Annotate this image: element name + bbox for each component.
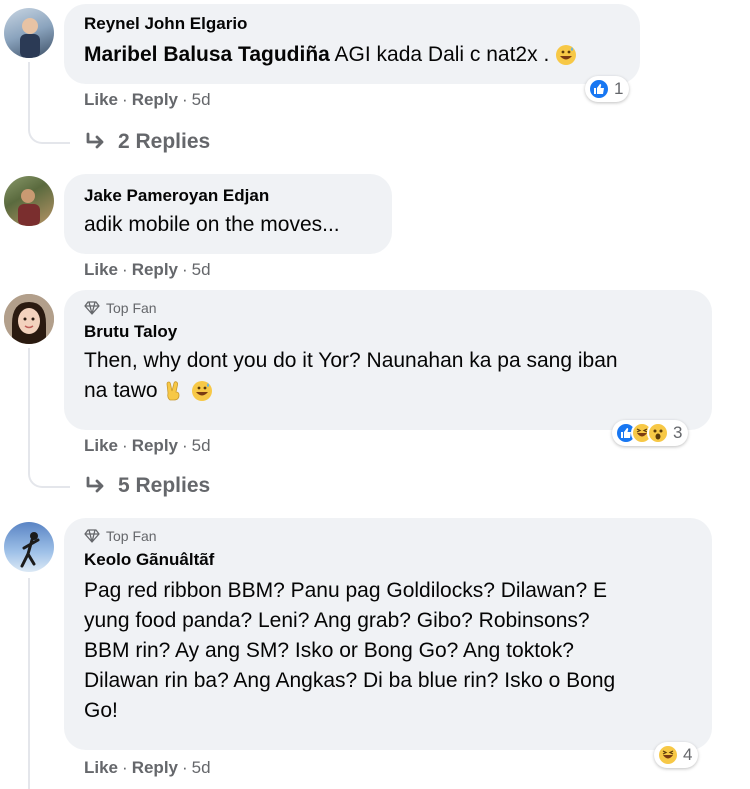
comment-text: Pag red ribbon BBM? Panu pag Goldilocks?… [84, 576, 692, 726]
comment-bubble: Top Fan Keolo Gãnuâltãf Pag red ribbon B… [64, 518, 712, 750]
comment-bubble: Reynel John Elgario Maribel Balusa Tagud… [64, 4, 640, 84]
comment-text-line: na tawo [84, 376, 692, 406]
comment-text: Then, why dont you do it Yor? Naunahan k… [84, 346, 692, 406]
separator: · [182, 758, 188, 777]
comment-author[interactable]: Reynel John Elgario [84, 14, 620, 34]
comment-text-line: yung food panda? Leni? Ang grab? Gibo? R… [84, 609, 590, 632]
grinning-sweat-emoji-icon [556, 45, 577, 66]
mention-link[interactable]: Maribel Balusa Tagudiña [84, 43, 330, 66]
separator: · [122, 260, 128, 279]
avatar[interactable] [4, 8, 54, 58]
diamond-icon [84, 529, 100, 543]
separator: · [182, 260, 188, 279]
grinning-sweat-emoji-icon [192, 381, 213, 402]
like-icon [588, 78, 610, 100]
reply-link[interactable]: Reply [132, 260, 178, 279]
comment-bubble: Jake Pameroyan Edjan adik mobile on the … [64, 174, 392, 254]
badge-label: Top Fan [106, 300, 157, 316]
like-link[interactable]: Like [84, 90, 118, 109]
comment-text: adik mobile on the moves... [84, 213, 340, 236]
reply-link[interactable]: Reply [132, 90, 178, 109]
badge-label: Top Fan [106, 528, 157, 544]
reaction-summary[interactable]: 4 [654, 742, 699, 768]
like-link[interactable]: Like [84, 758, 118, 777]
comment-actions: Like · Reply · 5d [84, 90, 211, 110]
reaction-count: 3 [673, 423, 683, 442]
view-replies-link[interactable]: 5 Replies [84, 474, 210, 498]
replies-label: 5 Replies [118, 474, 211, 497]
comment-text: Maribel Balusa Tagudiña AGI kada Dali c … [84, 40, 620, 70]
comment-text-line: Go! [84, 699, 118, 722]
diamond-icon [84, 301, 100, 315]
like-link[interactable]: Like [84, 260, 118, 279]
timestamp[interactable]: 5d [192, 90, 211, 109]
comment-author[interactable]: Keolo Gãnuâltãf [84, 550, 692, 570]
comment-bubble: Top Fan Brutu Taloy Then, why dont you d… [64, 290, 712, 430]
comment-text-line: Then, why dont you do it Yor? Naunahan k… [84, 349, 618, 372]
reply-arrow-icon [86, 476, 104, 493]
separator: · [122, 758, 128, 777]
reply-link[interactable]: Reply [132, 758, 178, 777]
comment-actions: Like · Reply · 5d [84, 260, 211, 280]
thread-connector [28, 62, 70, 144]
timestamp[interactable]: 5d [192, 436, 211, 455]
reaction-summary[interactable]: 1 [585, 76, 630, 102]
reply-arrow-icon [86, 132, 104, 149]
wow-icon [647, 422, 669, 444]
comment-body: na tawo [84, 379, 158, 402]
top-fan-badge: Top Fan [84, 528, 692, 544]
reaction-count: 4 [683, 745, 693, 764]
separator: · [122, 436, 128, 455]
timestamp[interactable]: 5d [192, 260, 211, 279]
comment-body: AGI kada Dali c nat2x . [334, 43, 550, 66]
comment-text-line: Dilawan rin ba? Ang Angkas? Di ba blue r… [84, 669, 616, 692]
replies-label: 2 Replies [118, 130, 211, 153]
victory-hand-emoji-icon [167, 381, 180, 401]
thread-connector [28, 578, 30, 789]
avatar[interactable] [4, 176, 54, 226]
comment-text-line: BBM rin? Ay ang SM? Isko or Bong Go? Ang… [84, 639, 574, 662]
haha-icon [657, 744, 679, 766]
avatar[interactable] [4, 294, 54, 344]
reaction-summary[interactable]: 3 [612, 420, 689, 446]
view-replies-link[interactable]: 2 Replies [84, 130, 210, 154]
top-fan-badge: Top Fan [84, 300, 692, 316]
reaction-count: 1 [614, 79, 624, 98]
separator: · [182, 90, 188, 109]
reply-link[interactable]: Reply [132, 436, 178, 455]
avatar[interactable] [4, 522, 54, 572]
comment-actions: Like · Reply · 5d [84, 436, 211, 456]
separator: · [122, 90, 128, 109]
comment-author[interactable]: Jake Pameroyan Edjan [84, 186, 372, 206]
comment-actions: Like · Reply · 5d [84, 758, 211, 778]
separator: · [182, 436, 188, 455]
comment-author[interactable]: Brutu Taloy [84, 322, 692, 342]
like-link[interactable]: Like [84, 436, 118, 455]
comment-text-line: Pag red ribbon BBM? Panu pag Goldilocks?… [84, 579, 607, 602]
timestamp[interactable]: 5d [192, 758, 211, 777]
